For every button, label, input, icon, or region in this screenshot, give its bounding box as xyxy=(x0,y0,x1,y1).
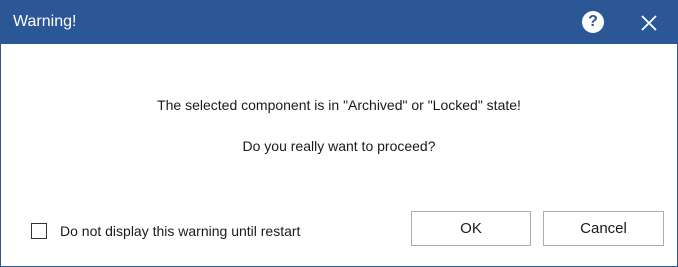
dont-show-again-checkbox[interactable] xyxy=(31,223,47,239)
warning-message: The selected component is in "Archived" … xyxy=(157,97,521,113)
dialog-title: Warning! xyxy=(13,13,77,30)
dont-show-again-label[interactable]: Do not display this warning until restar… xyxy=(60,223,300,239)
help-icon: ? xyxy=(588,13,598,30)
dont-show-again-option[interactable]: Do not display this warning until restar… xyxy=(31,221,300,241)
ok-button[interactable]: OK xyxy=(411,211,531,246)
confirmation-question: Do you really want to proceed? xyxy=(242,138,436,154)
cancel-button[interactable]: Cancel xyxy=(543,211,664,246)
warning-dialog: Warning! ? The selected component is in … xyxy=(0,0,678,267)
close-icon xyxy=(641,15,657,31)
title-bar: Warning! ? xyxy=(1,1,677,44)
help-button[interactable]: ? xyxy=(582,11,604,33)
close-button[interactable] xyxy=(637,11,661,35)
